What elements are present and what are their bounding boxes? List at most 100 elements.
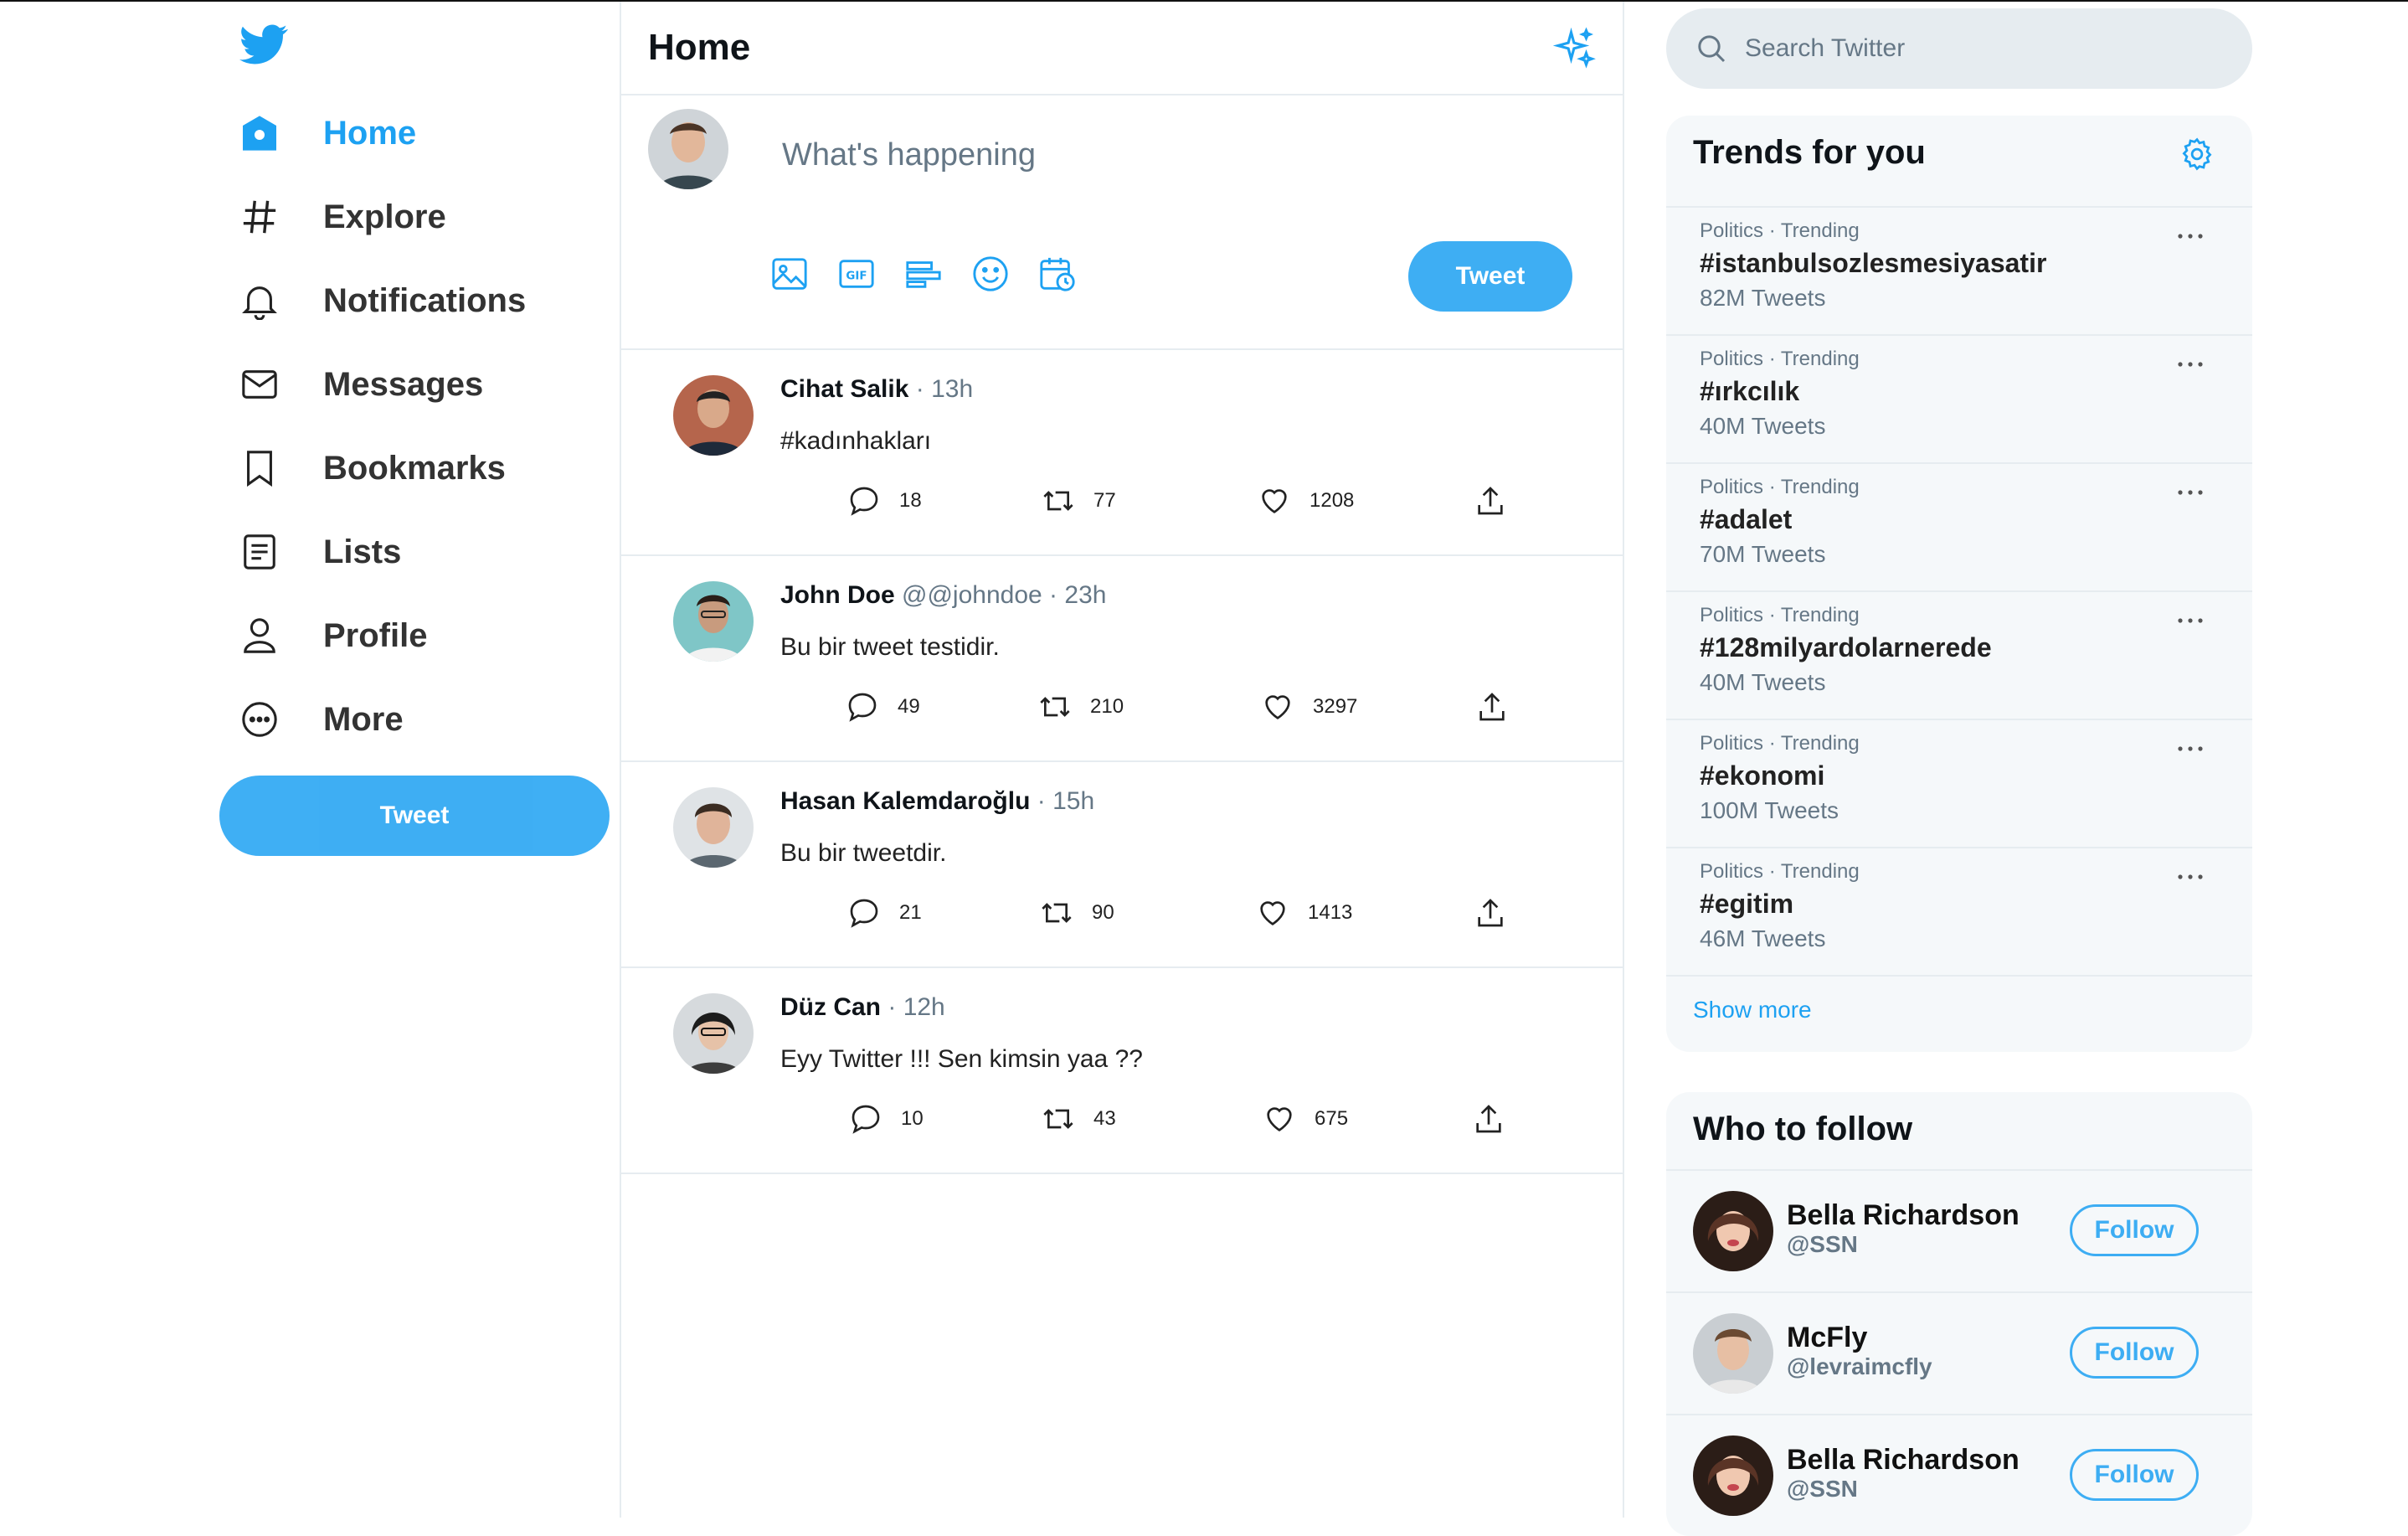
follow-button[interactable]: Follow xyxy=(2070,1327,2199,1379)
reply-button[interactable]: 49 xyxy=(846,690,920,724)
like-button[interactable]: 3297 xyxy=(1261,690,1357,724)
show-more-link[interactable]: Show more xyxy=(1693,997,1812,1023)
twitter-logo-icon[interactable] xyxy=(239,20,288,69)
nav-item-bookmarks[interactable]: Bookmarks xyxy=(238,439,506,497)
poll-icon[interactable] xyxy=(904,255,944,295)
follow-suggestion[interactable]: Bella Richardson @SSN Follow xyxy=(1666,1414,2252,1536)
hashtag-icon xyxy=(238,195,281,239)
gear-icon[interactable] xyxy=(2179,136,2215,173)
tweet[interactable]: Cihat Salik · 13h #kadınhakları 18 77 12… xyxy=(621,350,1623,556)
tweet-time[interactable]: 12h xyxy=(903,993,945,1021)
nav-item-profile[interactable]: Profile xyxy=(238,606,427,665)
compose-tweet-button[interactable]: Tweet xyxy=(1408,241,1572,312)
suggestion-avatar[interactable] xyxy=(1693,1191,1773,1271)
search-bar[interactable] xyxy=(1666,8,2252,89)
tweet-avatar[interactable] xyxy=(673,993,754,1074)
home-icon xyxy=(238,111,281,155)
trend-item[interactable]: Politics · Trending #ırkcılık 40M Tweets xyxy=(1666,334,2252,461)
retweet-button[interactable]: 210 xyxy=(1038,690,1124,724)
more-options-icon[interactable] xyxy=(2175,616,2205,626)
tweet-author-name[interactable]: John Doe xyxy=(780,581,895,609)
image-icon[interactable] xyxy=(770,255,810,295)
suggestion-name[interactable]: Bella Richardson xyxy=(1787,1444,2020,1477)
tweet-time[interactable]: 13h xyxy=(931,375,973,403)
reply-icon xyxy=(850,487,878,516)
more-options-icon[interactable] xyxy=(2175,231,2205,241)
suggestion-handle: @levraimcfly xyxy=(1787,1353,1932,1379)
reply-button[interactable]: 18 xyxy=(847,484,922,518)
trend-meta: Politics · Trending xyxy=(1700,604,1860,626)
share-button[interactable] xyxy=(1472,1102,1505,1136)
tweet-time[interactable]: 15h xyxy=(1052,787,1094,815)
reply-button[interactable]: 21 xyxy=(847,896,922,930)
nav-item-messages[interactable]: Messages xyxy=(238,355,483,414)
search-input[interactable] xyxy=(1743,34,2215,64)
like-count: 1208 xyxy=(1309,489,1355,512)
more-options-icon[interactable] xyxy=(2175,487,2205,497)
share-icon xyxy=(1478,487,1503,515)
tweet[interactable]: Düz Can · 12h Eyy Twitter !!! Sen kimsin… xyxy=(621,968,1623,1174)
retweet-button[interactable]: 43 xyxy=(1042,1102,1116,1136)
more-options-icon[interactable] xyxy=(2175,872,2205,882)
heart-icon xyxy=(1262,489,1287,513)
follow-button[interactable]: Follow xyxy=(2070,1449,2199,1501)
nav-item-more[interactable]: More xyxy=(238,690,404,749)
reply-button[interactable]: 10 xyxy=(849,1102,924,1136)
tweet-author-name[interactable]: Hasan Kalemdaroğlu xyxy=(780,787,1030,815)
suggestion-avatar[interactable] xyxy=(1693,1313,1773,1394)
like-button[interactable]: 675 xyxy=(1263,1102,1348,1136)
tweet-author-name[interactable]: Düz Can xyxy=(780,993,881,1021)
tweet-text: #kadınhakları xyxy=(780,427,932,455)
trend-item[interactable]: Politics · Trending #ekonomi 100M Tweets xyxy=(1666,719,2252,846)
trend-item[interactable]: Politics · Trending #128milyardolarnered… xyxy=(1666,590,2252,718)
like-button[interactable]: 1208 xyxy=(1258,484,1354,518)
sparkle-icon[interactable] xyxy=(1552,27,1598,72)
trend-item[interactable]: Politics · Trending #egitim 46M Tweets xyxy=(1666,847,2252,974)
tweet-avatar[interactable] xyxy=(673,787,754,868)
more-options-icon[interactable] xyxy=(2175,359,2205,369)
like-button[interactable]: 1413 xyxy=(1256,896,1352,930)
share-button[interactable] xyxy=(1474,484,1507,518)
schedule-icon[interactable] xyxy=(1038,255,1078,295)
tweet-author-name[interactable]: Cihat Salik xyxy=(780,375,908,403)
user-avatar[interactable] xyxy=(648,109,728,189)
trend-meta: Politics · Trending xyxy=(1700,219,1860,242)
share-button[interactable] xyxy=(1475,690,1509,724)
nav-item-lists[interactable]: Lists xyxy=(238,523,401,581)
tweet-time[interactable]: 23h xyxy=(1064,581,1106,609)
sidebar-tweet-button[interactable]: Tweet xyxy=(219,776,610,856)
trend-hashtag: #istanbulsozlesmesiyasatir xyxy=(1700,248,2047,278)
compose-input[interactable] xyxy=(780,129,1454,181)
tweet-avatar[interactable] xyxy=(673,581,754,662)
more-options-icon[interactable] xyxy=(2175,744,2205,754)
retweet-button[interactable]: 77 xyxy=(1042,484,1116,518)
follow-suggestion[interactable]: McFly @levraimcfly Follow xyxy=(1666,1291,2252,1414)
trend-item[interactable]: Politics · Trending #istanbulsozlesmesiy… xyxy=(1666,206,2252,333)
share-button[interactable] xyxy=(1474,896,1507,930)
nav-item-home[interactable]: Home xyxy=(238,104,416,162)
trend-hashtag: #egitim xyxy=(1700,889,1794,919)
gif-icon[interactable]: GIF xyxy=(837,255,877,295)
emoji-icon[interactable] xyxy=(971,255,1011,295)
retweet-button[interactable]: 90 xyxy=(1040,896,1114,930)
tweet-avatar[interactable] xyxy=(673,375,754,456)
follow-button[interactable]: Follow xyxy=(2070,1204,2199,1256)
trend-count: 46M Tweets xyxy=(1700,925,1826,951)
nav-label-messages: Messages xyxy=(323,365,484,403)
tweet[interactable]: Hasan Kalemdaroğlu · 15h Bu bir tweetdir… xyxy=(621,762,1623,968)
separator-dot: · xyxy=(1049,581,1058,609)
trend-meta: Politics · Trending xyxy=(1700,348,1860,370)
nav-item-explore[interactable]: Explore xyxy=(238,188,446,246)
suggestion-name[interactable]: McFly xyxy=(1787,1322,1867,1354)
trend-item[interactable]: Politics · Trending #adalet 70M Tweets xyxy=(1666,462,2252,590)
reply-icon xyxy=(852,1105,880,1134)
suggestion-name[interactable]: Bella Richardson xyxy=(1787,1199,2020,1232)
nav-item-notifications[interactable]: Notifications xyxy=(238,271,526,330)
retweet-count: 43 xyxy=(1093,1107,1116,1130)
follow-suggestion[interactable]: Bella Richardson @SSN Follow xyxy=(1666,1169,2252,1291)
suggestion-handle: @SSN xyxy=(1787,1476,1858,1502)
suggestion-avatar[interactable] xyxy=(1693,1435,1773,1516)
tweet-author-handle[interactable]: @@johndoe xyxy=(902,581,1042,609)
tweet[interactable]: John Doe @@johndoe · 23h Bu bir tweet te… xyxy=(621,556,1623,762)
reply-count: 49 xyxy=(898,695,920,718)
